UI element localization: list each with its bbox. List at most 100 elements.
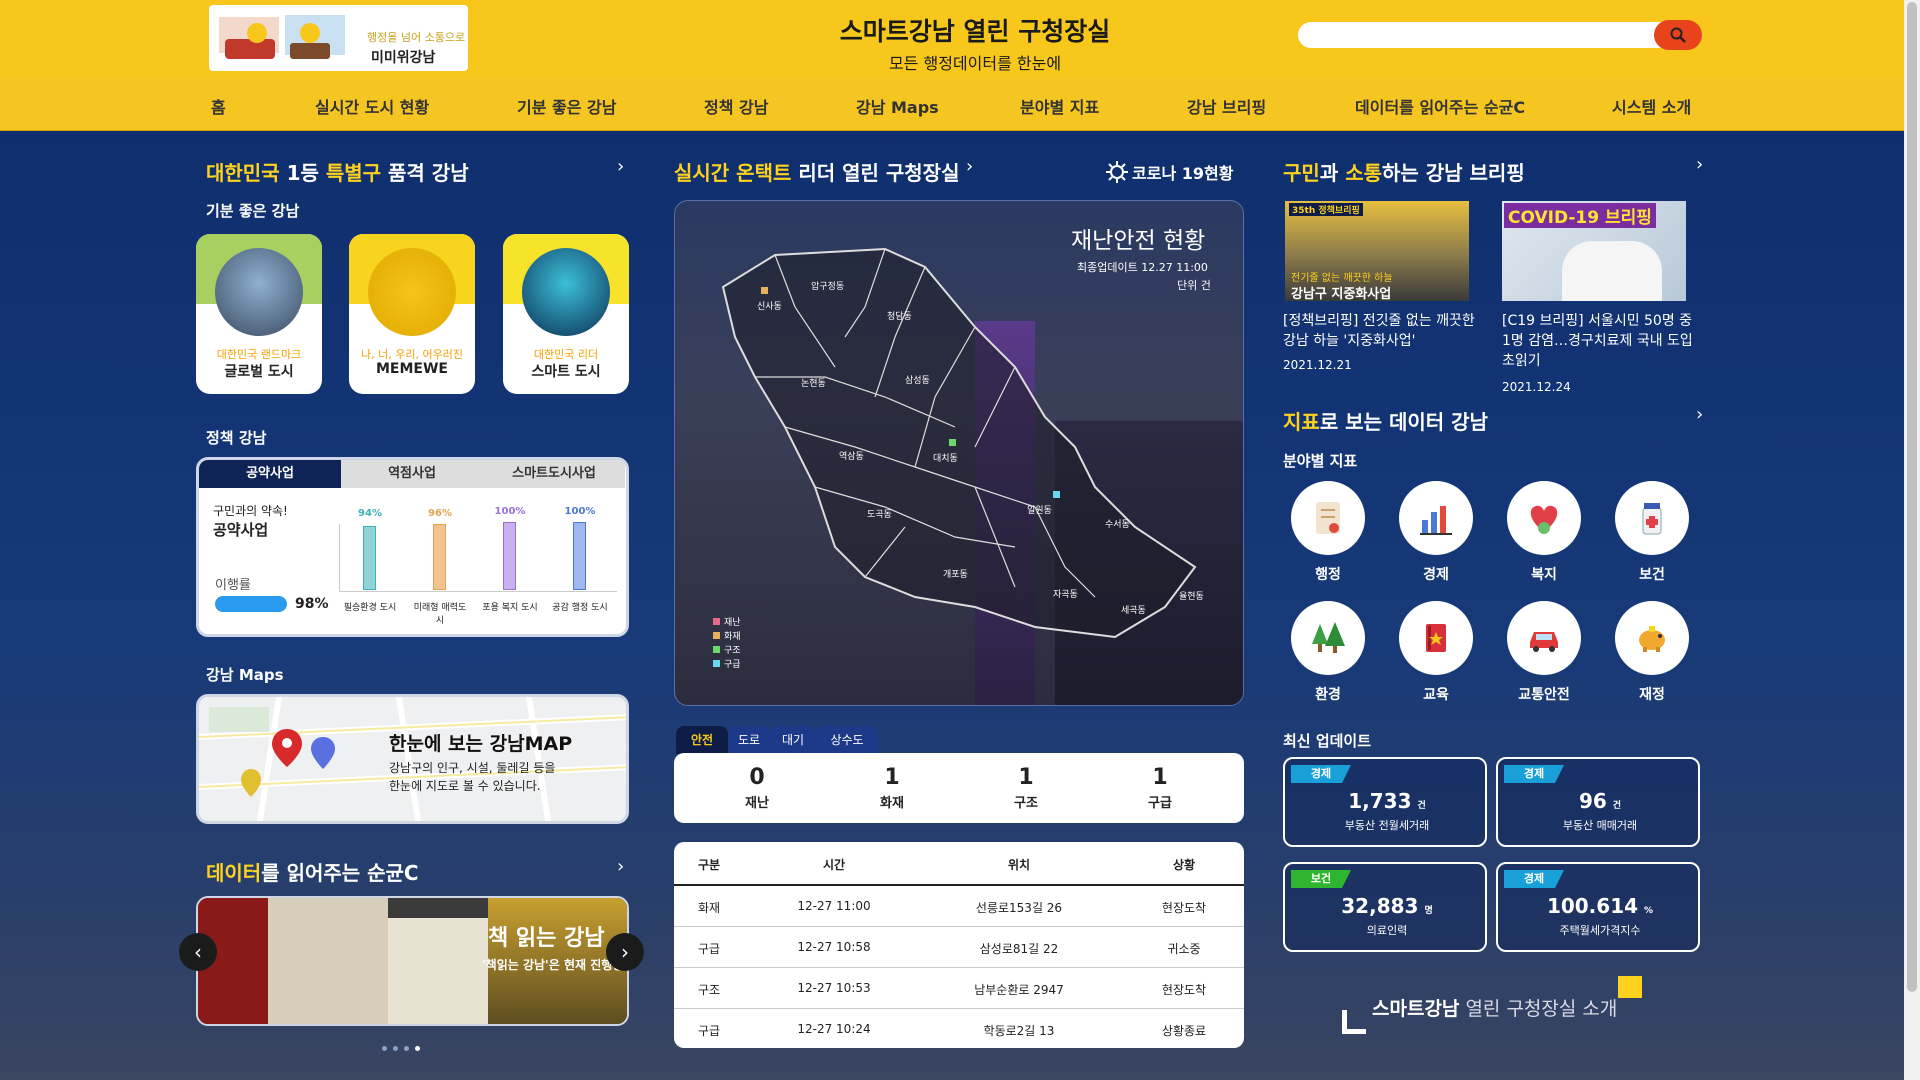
table-header: 구분 시간 위치 상황 bbox=[674, 842, 1244, 886]
table-row[interactable]: 구조 12-27 10:53 남부순환로 2947 현장도착 bbox=[674, 968, 1244, 1009]
policy-subtitle: 정책 강남 bbox=[206, 429, 267, 447]
section-title-briefing: 구민과 소통하는 강남 브리핑 bbox=[1283, 161, 1525, 185]
stat-rescue: 1 구조 bbox=[1014, 765, 1038, 811]
rescue-marker[interactable] bbox=[949, 439, 956, 446]
balloon-image bbox=[368, 248, 456, 336]
logo[interactable]: 행정을 넘어 소통으로 미미위강남 bbox=[209, 5, 468, 71]
indicator-education[interactable] bbox=[1399, 601, 1473, 675]
logo-illustration-icon bbox=[219, 15, 345, 59]
stat-disaster: 0 재난 bbox=[745, 765, 769, 811]
tab-smart-city[interactable]: 스마트도시사업 bbox=[483, 460, 625, 488]
section-title-realtime: 실시간 온택트 리더 열린 구청장실 bbox=[674, 161, 960, 185]
briefing-title-2[interactable]: [C19 브리핑] 서울시민 50명 중 1명 감염…경구치료제 국내 도입 초… bbox=[1502, 311, 1702, 371]
nav-indicators[interactable]: 분야별 지표 bbox=[1020, 94, 1099, 118]
mood-subtitle: 기분 좋은 강남 bbox=[206, 202, 300, 220]
scrollbar-thumb[interactable] bbox=[1907, 2, 1917, 992]
card-global-city[interactable]: 대한민국 랜드마크 글로벌 도시 bbox=[196, 234, 322, 394]
nav-maps[interactable]: 강남 Maps bbox=[856, 94, 939, 118]
chevron-right-icon[interactable]: › bbox=[1696, 404, 1703, 425]
header: 행정을 넘어 소통으로 미미위강남 스마트강남 열린 구청장실 모든 행정데이터… bbox=[0, 0, 1904, 77]
indicator-economy[interactable] bbox=[1399, 481, 1473, 555]
tab-pledge[interactable]: 공약사업 bbox=[199, 460, 341, 488]
table-row[interactable]: 구급 12-27 10:58 삼성로81길 22 귀소중 bbox=[674, 927, 1244, 968]
carousel-dots bbox=[382, 1046, 420, 1051]
chevron-right-icon[interactable]: › bbox=[966, 156, 973, 177]
update-card-medical[interactable]: 보건 32,883 명 의료인력 bbox=[1283, 862, 1487, 952]
disaster-safety-panel: 재난안전 현황 최종업데이트 12.27 11:00 단위 건 신사동 압구정동… bbox=[674, 200, 1244, 706]
scrollbar[interactable] bbox=[1904, 0, 1920, 1080]
table-row[interactable]: 화재 12-27 11:00 선릉로153길 26 현장도착 bbox=[674, 886, 1244, 927]
nav-briefing[interactable]: 강남 브리핑 bbox=[1187, 94, 1266, 118]
bar-environment bbox=[363, 526, 376, 590]
search-input[interactable] bbox=[1298, 22, 1702, 48]
location-pin-icon bbox=[241, 729, 335, 797]
update-card-rent-index[interactable]: 경제 100.614% 주택월세가격지수 bbox=[1496, 862, 1700, 952]
ambulance-marker[interactable] bbox=[1053, 491, 1060, 498]
briefing-image-1[interactable]: 35th 정책브리핑 전기줄 없는 깨끗한 하늘 강남구 지중화사업 bbox=[1285, 201, 1469, 301]
chevron-right-icon: › bbox=[621, 940, 629, 964]
search-button[interactable] bbox=[1654, 20, 1702, 50]
update-card-lease[interactable]: 경제 1,733 건 부동산 전월세거래 bbox=[1283, 757, 1487, 847]
card-memewe[interactable]: 나, 너, 우리, 어우러진 MEMEWE bbox=[349, 234, 475, 394]
tab-safety[interactable]: 안전 bbox=[676, 726, 728, 754]
map-legend: 재난 화재 구조 구급 bbox=[713, 616, 741, 672]
bar-chart-icon bbox=[1420, 506, 1452, 535]
section-title-data-reader: 데이터를 읽어주는 순균C bbox=[206, 861, 419, 885]
medicine-icon bbox=[1642, 503, 1662, 535]
virus-icon bbox=[1106, 161, 1128, 183]
progress-bar bbox=[215, 596, 287, 612]
tab-air[interactable]: 대기 bbox=[770, 726, 816, 754]
briefing-image-2[interactable]: COVID-19 브리핑 bbox=[1502, 201, 1686, 301]
section-title-gangnam: 대한민국 1등 특별구 품격 강남 bbox=[206, 161, 469, 185]
page-title: 스마트강남 열린 구청장실 bbox=[839, 17, 1111, 46]
table-row[interactable]: 구급 12-27 10:24 학동로2길 13 상황종료 bbox=[674, 1009, 1244, 1048]
nav-policy[interactable]: 정책 강남 bbox=[704, 94, 768, 118]
stat-ambulance: 1 구급 bbox=[1148, 765, 1172, 811]
bar-future bbox=[433, 524, 446, 590]
chevron-left-icon: ‹ bbox=[194, 940, 202, 964]
tab-key-projects[interactable]: 역점사업 bbox=[341, 460, 483, 488]
document-icon bbox=[1316, 502, 1340, 534]
indicator-admin[interactable] bbox=[1291, 481, 1365, 555]
piggy-bank-icon bbox=[1639, 626, 1665, 652]
chevron-right-icon[interactable]: › bbox=[617, 856, 624, 877]
chevron-right-icon[interactable]: › bbox=[617, 156, 624, 177]
main-nav: 홈 실시간 도시 현황 기분 좋은 강남 정책 강남 강남 Maps 분야별 지… bbox=[0, 77, 1904, 131]
chevron-right-icon[interactable]: › bbox=[1696, 154, 1703, 175]
gangnam-district-map bbox=[721, 247, 1197, 639]
nav-home[interactable]: 홈 bbox=[211, 94, 226, 118]
incident-table: 구분 시간 위치 상황 화재 12-27 11:00 선릉로153길 26 현장도착 … bbox=[674, 842, 1244, 1048]
stat-fire: 1 화재 bbox=[880, 765, 904, 811]
nav-mood[interactable]: 기분 좋은 강남 bbox=[517, 94, 616, 118]
maps-card[interactable]: 한눈에 보는 강남MAP 강남구의 인구, 시설, 둘레길 등을 한눈에 지도로… bbox=[196, 694, 629, 824]
carousel-prev-button[interactable]: ‹ bbox=[179, 933, 217, 971]
book-card[interactable]: 책 읽는 강남 '책읽는 강남'은 현재 진행형 bbox=[196, 896, 629, 1026]
indicator-traffic[interactable] bbox=[1507, 601, 1581, 675]
heart-icon bbox=[1530, 505, 1558, 534]
briefing-title-1[interactable]: [정책브리핑] 전깃줄 없는 깨끗한 강남 하늘 '지중화사업' bbox=[1283, 311, 1483, 351]
section-title-indicators: 지표로 보는 데이터 강남 bbox=[1283, 410, 1488, 434]
indicator-finance[interactable] bbox=[1615, 601, 1689, 675]
card-smart-city[interactable]: 대한민국 리더 스마트 도시 bbox=[503, 234, 629, 394]
nav-data-reader[interactable]: 데이터를 읽어주는 순균C bbox=[1355, 94, 1525, 118]
carousel-next-button[interactable]: › bbox=[606, 933, 644, 971]
indicators-subtitle: 분야별 지표 bbox=[1283, 452, 1358, 470]
indicator-environment[interactable] bbox=[1291, 601, 1365, 675]
disaster-stats: 0 재난 1 화재 1 구조 1 구급 bbox=[674, 753, 1244, 823]
smart-city-image bbox=[522, 248, 610, 336]
tab-water[interactable]: 상수도 bbox=[816, 726, 878, 754]
page-subtitle: 모든 행정데이터를 한눈에 bbox=[888, 54, 1062, 73]
indicator-welfare[interactable] bbox=[1507, 481, 1581, 555]
car-icon bbox=[1530, 632, 1558, 652]
fire-marker[interactable] bbox=[761, 287, 768, 294]
site-title: 스마트강남 열린 구청장실 모든 행정데이터를 한눈에 bbox=[700, 12, 1250, 74]
book-icon bbox=[1426, 624, 1446, 652]
nav-realtime[interactable]: 실시간 도시 현황 bbox=[315, 94, 429, 118]
intro-banner[interactable]: 스마트강남 열린 구청장실 소개 bbox=[1342, 976, 1762, 1034]
indicator-health[interactable] bbox=[1615, 481, 1689, 555]
tab-road[interactable]: 도로 bbox=[728, 726, 770, 754]
logo-text: 미미위강남 bbox=[371, 50, 436, 66]
update-card-sale[interactable]: 경제 96 건 부동산 매매거래 bbox=[1496, 757, 1700, 847]
covid-status-button[interactable]: 코로나 19현황 bbox=[1106, 160, 1233, 184]
nav-system-intro[interactable]: 시스템 소개 bbox=[1612, 94, 1691, 118]
